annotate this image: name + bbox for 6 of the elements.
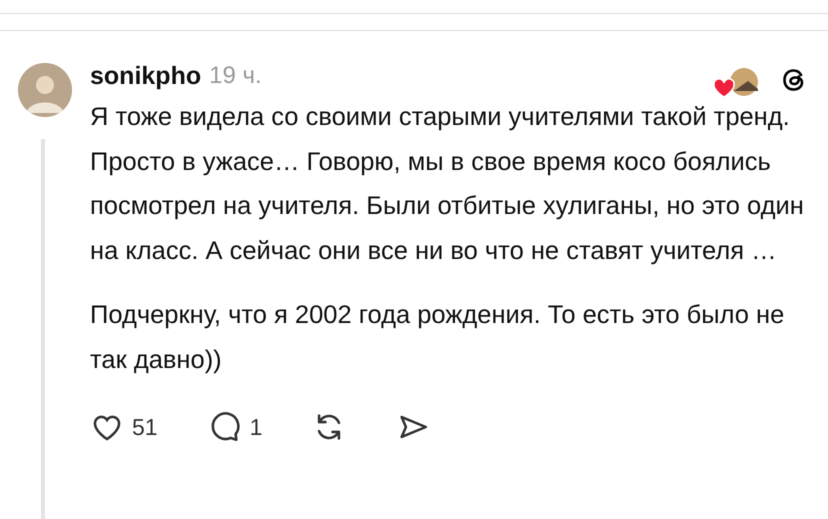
comment-text: Я тоже видела со своими старыми учителями такой тренд. Просто в ужасе… Говорю, мы в свое время косо боялись посмотрел на учителя. Были отбитые хулиганы, но это один на класс. А сейчас они все ни во что не ставят учителя … xyxy=(90,102,805,266)
username[interactable]: sonikpho xyxy=(90,62,202,90)
timestamp: 19 ч. xyxy=(209,62,262,90)
reply-button[interactable]: 1 xyxy=(208,410,262,444)
like-button[interactable]: 51 xyxy=(90,410,158,444)
comment-text: Подчеркну, что я 2002 года рождения. То есть это было не так давно)) xyxy=(90,300,786,376)
